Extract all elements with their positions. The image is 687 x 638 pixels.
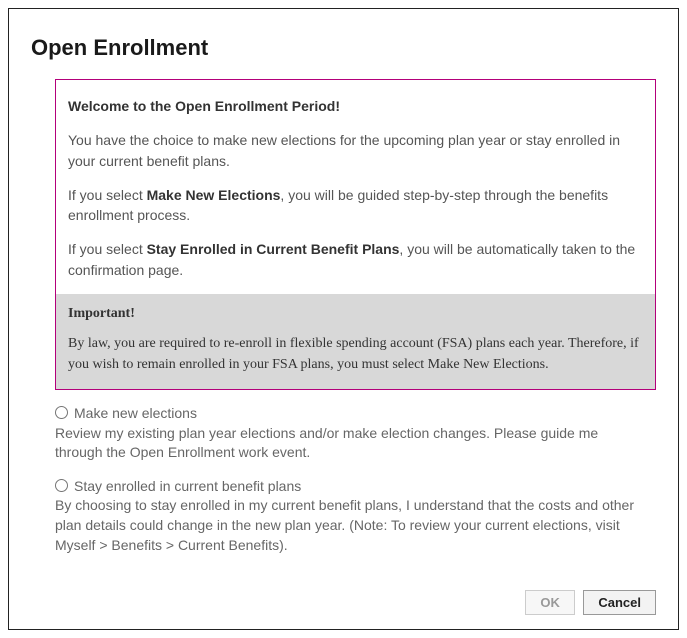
option-stay-enrolled: Stay enrolled in current benefit plans B… — [55, 477, 646, 555]
option-make-new-elections-desc: Review my existing plan year elections a… — [55, 424, 646, 463]
intro-panel: Welcome to the Open Enrollment Period! Y… — [55, 79, 656, 390]
ok-button[interactable]: OK — [525, 590, 575, 615]
stay-enrolled-term: Stay Enrolled in Current Benefit Plans — [147, 241, 400, 257]
make-new-elections-term: Make New Elections — [147, 187, 281, 203]
page-title: Open Enrollment — [31, 35, 656, 61]
important-heading: Important! — [68, 304, 643, 324]
option-stay-enrolled-label[interactable]: Stay enrolled in current benefit plans — [55, 478, 301, 494]
welcome-heading: Welcome to the Open Enrollment Period! — [68, 96, 643, 116]
enrollment-options: Make new elections Review my existing pl… — [55, 404, 656, 555]
cancel-button[interactable]: Cancel — [583, 590, 656, 615]
open-enrollment-dialog: Open Enrollment Welcome to the Open Enro… — [8, 8, 679, 630]
radio-make-new-elections[interactable] — [55, 406, 68, 419]
intro-paragraph-3: If you select Stay Enrolled in Current B… — [68, 239, 643, 280]
option-make-new-elections-label[interactable]: Make new elections — [55, 405, 197, 421]
important-body: By law, you are required to re-enroll in… — [68, 334, 643, 375]
intro-paragraph-1: You have the choice to make new election… — [68, 130, 643, 171]
radio-stay-enrolled[interactable] — [55, 479, 68, 492]
option-stay-enrolled-desc: By choosing to stay enrolled in my curre… — [55, 496, 646, 555]
dialog-buttons: OK Cancel — [521, 590, 656, 615]
intro-paragraph-2: If you select Make New Elections, you wi… — [68, 185, 643, 226]
option-make-new-elections: Make new elections Review my existing pl… — [55, 404, 646, 463]
important-notice: Important! By law, you are required to r… — [56, 294, 655, 389]
